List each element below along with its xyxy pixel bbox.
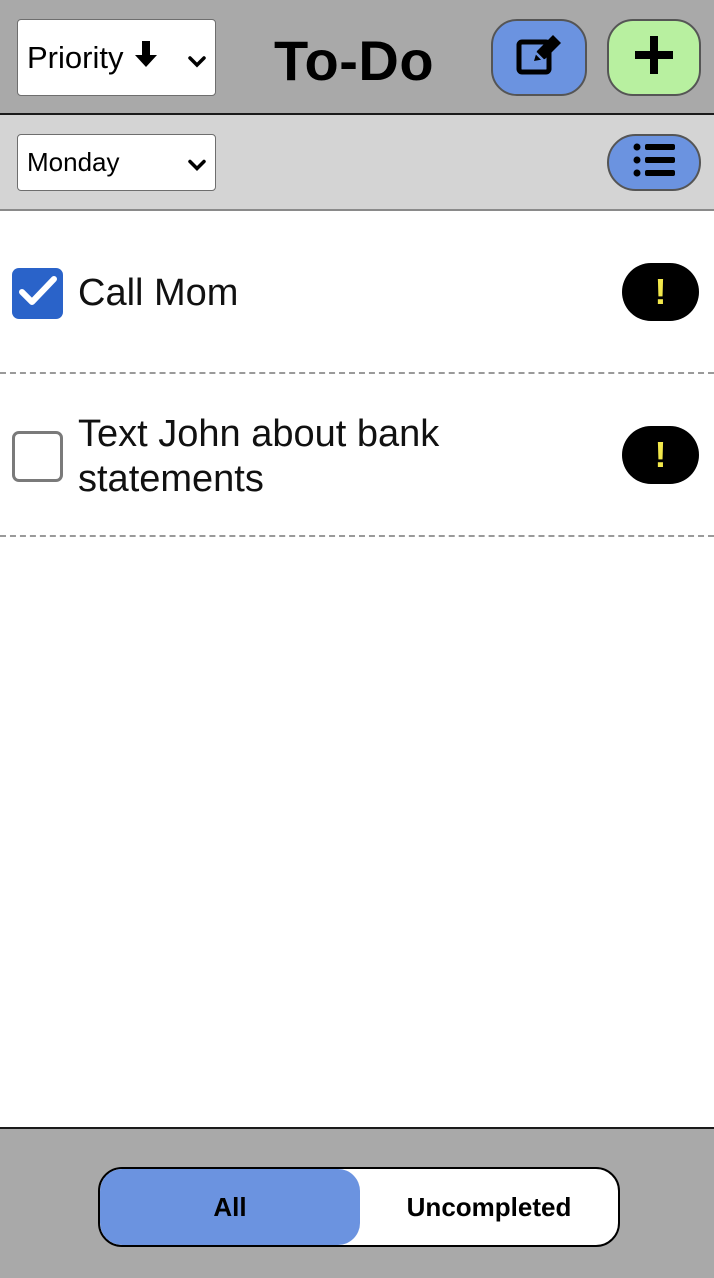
- sort-select-value: Priority: [27, 39, 124, 75]
- checkmark-icon: [18, 275, 57, 312]
- priority-badge[interactable]: !: [622, 426, 699, 484]
- filter-all-button[interactable]: All: [100, 1169, 360, 1245]
- chevron-down-icon: [188, 40, 206, 76]
- day-select[interactable]: Monday: [17, 134, 216, 191]
- filter-uncompleted-button[interactable]: Uncompleted: [360, 1169, 618, 1245]
- todo-app: Priority To-Do Monday Call Mom ! Text Jo…: [0, 0, 714, 1278]
- list-icon: [633, 143, 675, 182]
- arrow-down-icon: [135, 40, 158, 75]
- day-select-value: Monday: [27, 147, 120, 177]
- task-checkbox[interactable]: [12, 431, 63, 482]
- task-label[interactable]: Call Mom: [78, 271, 518, 316]
- task-label[interactable]: Text John about bank statements: [78, 412, 518, 502]
- filter-bar: Monday: [0, 115, 714, 211]
- completion-filter: All Uncompleted: [98, 1167, 620, 1247]
- exclamation-icon: !: [654, 271, 667, 312]
- task-row: Text John about bank statements !: [0, 374, 714, 537]
- priority-badge[interactable]: !: [622, 263, 699, 321]
- edit-icon: [516, 34, 562, 81]
- bottom-bar: All Uncompleted: [0, 1127, 714, 1278]
- add-task-button[interactable]: [607, 19, 701, 96]
- edit-button[interactable]: [491, 19, 587, 96]
- sort-select[interactable]: Priority: [17, 19, 216, 96]
- plus-icon: [635, 36, 673, 79]
- exclamation-icon: !: [654, 434, 667, 475]
- page-title: To-Do: [273, 29, 435, 92]
- chevron-down-icon: [188, 147, 206, 178]
- list-view-button[interactable]: [607, 134, 701, 191]
- task-checkbox[interactable]: [12, 268, 63, 319]
- task-row: Call Mom !: [0, 213, 714, 374]
- top-toolbar: Priority To-Do: [0, 0, 714, 115]
